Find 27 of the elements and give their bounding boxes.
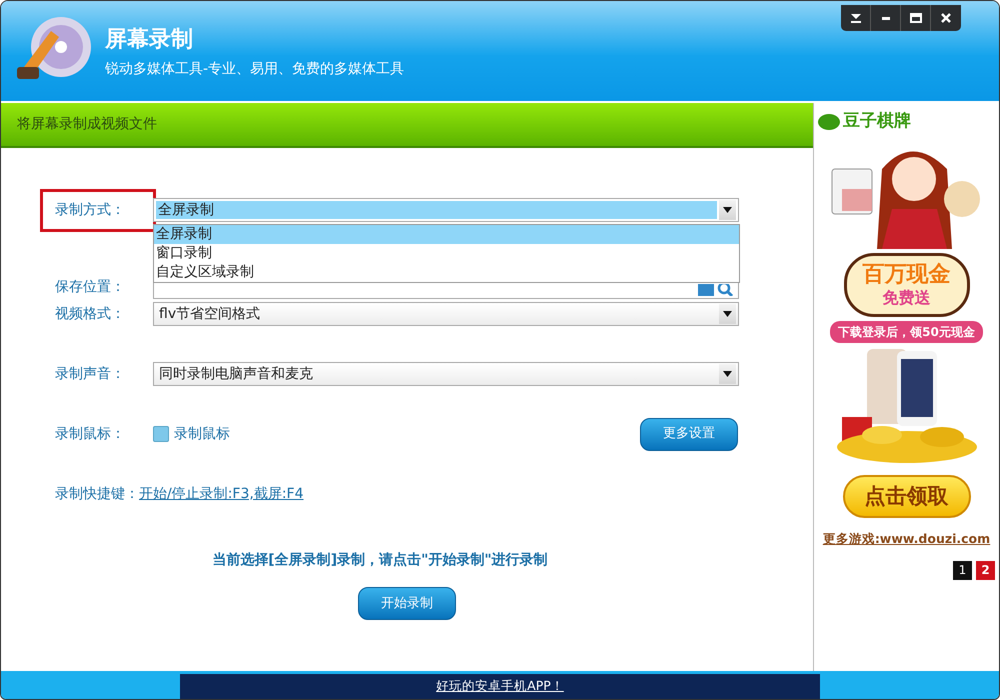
window-subtitle: 锐动多媒体工具-专业、易用、免费的多媒体工具 <box>105 60 404 79</box>
dropdown-option[interactable]: 自定义区域录制 <box>154 263 739 282</box>
ad-ribbon: 下载登录后，领50元现金 <box>830 320 983 342</box>
dropdown-option[interactable]: 全屏录制 <box>154 225 739 244</box>
field-label: 保存位置： <box>55 278 126 296</box>
footer-link[interactable]: 好玩的安卓手机APP！ <box>180 674 820 699</box>
field-label: 录制快捷键： <box>55 484 139 504</box>
ad-logo: 豆子棋牌 <box>843 110 911 133</box>
status-message: 当前选择[全屏录制]录制，请点击"开始录制"进行录制 <box>211 551 549 570</box>
section-title: 将屏幕录制成视频文件 <box>1 103 813 148</box>
dropdown-option[interactable]: 窗口录制 <box>154 244 739 263</box>
page-button[interactable]: 1 <box>953 560 972 580</box>
field-label: 视频格式： <box>55 304 126 324</box>
mode-dropdown[interactable]: 全屏录制 <box>153 198 739 222</box>
audio-dropdown[interactable]: 同时录制电脑声音和麦克 <box>153 362 739 386</box>
ad-claim-button[interactable]: 点击领取 <box>842 474 970 518</box>
field-label: 录制鼠标： <box>55 424 126 444</box>
checkbox-label: 录制鼠标 <box>174 424 231 444</box>
window-title: 屏幕录制 <box>105 29 194 51</box>
ad-subheadline: 免费送 <box>882 290 930 306</box>
ad-more-link[interactable]: 更多游戏:www.douzi.com <box>822 530 990 549</box>
ad-headline: 百万现金 <box>862 264 950 286</box>
format-dropdown[interactable]: flv节省空间格式 <box>153 302 739 326</box>
field-label: 录制声音： <box>55 364 126 384</box>
field-label: 录制方式： <box>43 192 153 228</box>
page-button[interactable]: 2 <box>976 560 995 580</box>
hotkey-link[interactable]: 开始/停止录制:F3,截屏:F4 <box>139 484 304 504</box>
